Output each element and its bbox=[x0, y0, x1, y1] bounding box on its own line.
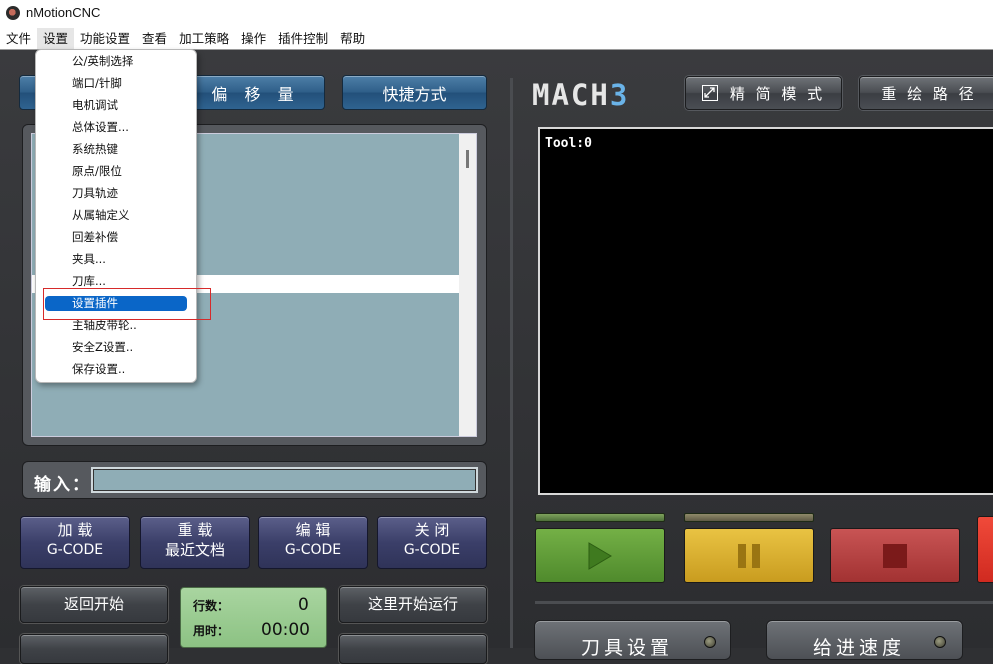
reload-recent-button[interactable]: 重 载 最近文档 bbox=[140, 516, 250, 569]
feed-rate-label: 给进速度 bbox=[813, 637, 906, 659]
menu-settings[interactable]: 设置 bbox=[37, 28, 75, 49]
menu-item-fixtures[interactable]: 夹具... bbox=[35, 248, 195, 270]
menu-item-save-settings[interactable]: 保存设置.. bbox=[35, 358, 195, 380]
load-line2: G-CODE bbox=[46, 542, 104, 558]
menu-file[interactable]: 文件 bbox=[0, 28, 37, 49]
lower-left-button[interactable] bbox=[20, 634, 168, 664]
menu-item-slave-axis[interactable]: 从属轴定义 bbox=[35, 204, 195, 226]
feed-hold-button[interactable] bbox=[684, 528, 814, 583]
return-start-button[interactable]: 返回开始 bbox=[20, 586, 168, 623]
close-line1: 关 闭 bbox=[414, 521, 450, 539]
menu-item-homing-limits[interactable]: 原点/限位 bbox=[35, 160, 195, 182]
reload-line1: 重 载 bbox=[177, 521, 213, 539]
scrollbar-thumb[interactable] bbox=[466, 150, 469, 168]
menu-help[interactable]: 帮助 bbox=[334, 28, 371, 49]
logo-main: MACH bbox=[532, 78, 610, 112]
line-count-value: 0 bbox=[298, 595, 309, 615]
reset-button[interactable] bbox=[977, 516, 993, 583]
shortcuts-button[interactable]: 快捷方式 bbox=[342, 75, 487, 110]
redraw-path-button[interactable]: 重 绘 路 径 bbox=[859, 76, 993, 110]
app-logo-icon bbox=[6, 6, 20, 20]
load-line1: 加 载 bbox=[57, 521, 93, 539]
edit-gcode-button[interactable]: 编 辑 G-CODE bbox=[258, 516, 368, 569]
bottom-separator bbox=[535, 601, 993, 604]
gcode-scrollbar[interactable] bbox=[459, 134, 476, 436]
close-gcode-button[interactable]: 关 闭 G-CODE bbox=[377, 516, 487, 569]
menu-item-system-hotkeys[interactable]: 系统热键 bbox=[35, 138, 195, 160]
menu-item-ports-pins[interactable]: 端口/针脚 bbox=[35, 72, 195, 94]
elapsed-time-label: 用时： bbox=[193, 624, 230, 638]
offset-button[interactable]: 偏 移 量 bbox=[186, 75, 325, 110]
menu-item-toolpath[interactable]: 刀具轨迹 bbox=[35, 182, 195, 204]
menu-view[interactable]: 查看 bbox=[136, 28, 173, 49]
menu-function-settings[interactable]: 功能设置 bbox=[74, 28, 136, 49]
annotation-highlight-box bbox=[43, 288, 211, 320]
expand-icon bbox=[701, 85, 718, 101]
close-line2: G-CODE bbox=[403, 542, 461, 558]
menu-item-general-config[interactable]: 总体设置... bbox=[35, 116, 195, 138]
menu-plugin-control[interactable]: 插件控制 bbox=[272, 28, 334, 49]
tool-setup-button[interactable]: 刀具设置 bbox=[534, 620, 731, 660]
window-title: nMotionCNC bbox=[26, 5, 101, 20]
stop-icon bbox=[883, 543, 907, 568]
menu-operation[interactable]: 操作 bbox=[235, 28, 272, 49]
mach3-logo: MACH3 bbox=[532, 78, 629, 112]
panel-divider bbox=[510, 78, 513, 648]
run-from-here-button[interactable]: 这里开始运行 bbox=[339, 586, 487, 623]
title-bar bbox=[0, 0, 993, 28]
run-status-bar bbox=[535, 513, 665, 522]
line-count-label: 行数： bbox=[193, 599, 230, 613]
lower-right-button[interactable] bbox=[339, 634, 487, 664]
toolpath-display[interactable] bbox=[538, 127, 993, 495]
simple-mode-label: 精 简 模 式 bbox=[729, 84, 826, 103]
load-gcode-button[interactable]: 加 载 G-CODE bbox=[20, 516, 130, 569]
menu-item-safe-z[interactable]: 安全Z设置.. bbox=[35, 336, 195, 358]
edit-line2: G-CODE bbox=[284, 542, 342, 558]
cycle-start-button[interactable] bbox=[535, 528, 665, 583]
menu-item-backlash[interactable]: 回差补偿 bbox=[35, 226, 195, 248]
menu-bar: 文件 设置 功能设置 查看 加工策略 操作 插件控制 帮助 bbox=[0, 28, 993, 49]
edit-line1: 编 辑 bbox=[295, 521, 331, 539]
tool-setup-label: 刀具设置 bbox=[581, 637, 674, 659]
logo-accent: 3 bbox=[609, 78, 630, 112]
feed-rate-led-icon bbox=[934, 636, 946, 648]
pause-icon bbox=[738, 543, 760, 568]
mdi-input-field[interactable] bbox=[91, 467, 478, 493]
input-label: 输入： bbox=[34, 475, 91, 495]
menu-item-unit-select[interactable]: 公/英制选择 bbox=[35, 50, 195, 72]
pause-status-bar bbox=[684, 513, 814, 522]
stop-button[interactable] bbox=[830, 528, 960, 583]
menu-machining-strategy[interactable]: 加工策略 bbox=[173, 28, 235, 49]
tool-readout: Tool:0 bbox=[545, 136, 592, 151]
tool-setup-led-icon bbox=[704, 636, 716, 648]
menu-item-motor-tuning[interactable]: 电机调试 bbox=[35, 94, 195, 116]
simple-mode-button[interactable]: 精 简 模 式 bbox=[685, 76, 842, 110]
reload-line2: 最近文档 bbox=[164, 541, 225, 559]
settings-menu-items: 公/英制选择 端口/针脚 电机调试 总体设置... 系统热键 原点/限位 刀具轨… bbox=[35, 50, 197, 382]
elapsed-time-value: 00:00 bbox=[261, 620, 310, 640]
play-icon bbox=[588, 541, 612, 570]
